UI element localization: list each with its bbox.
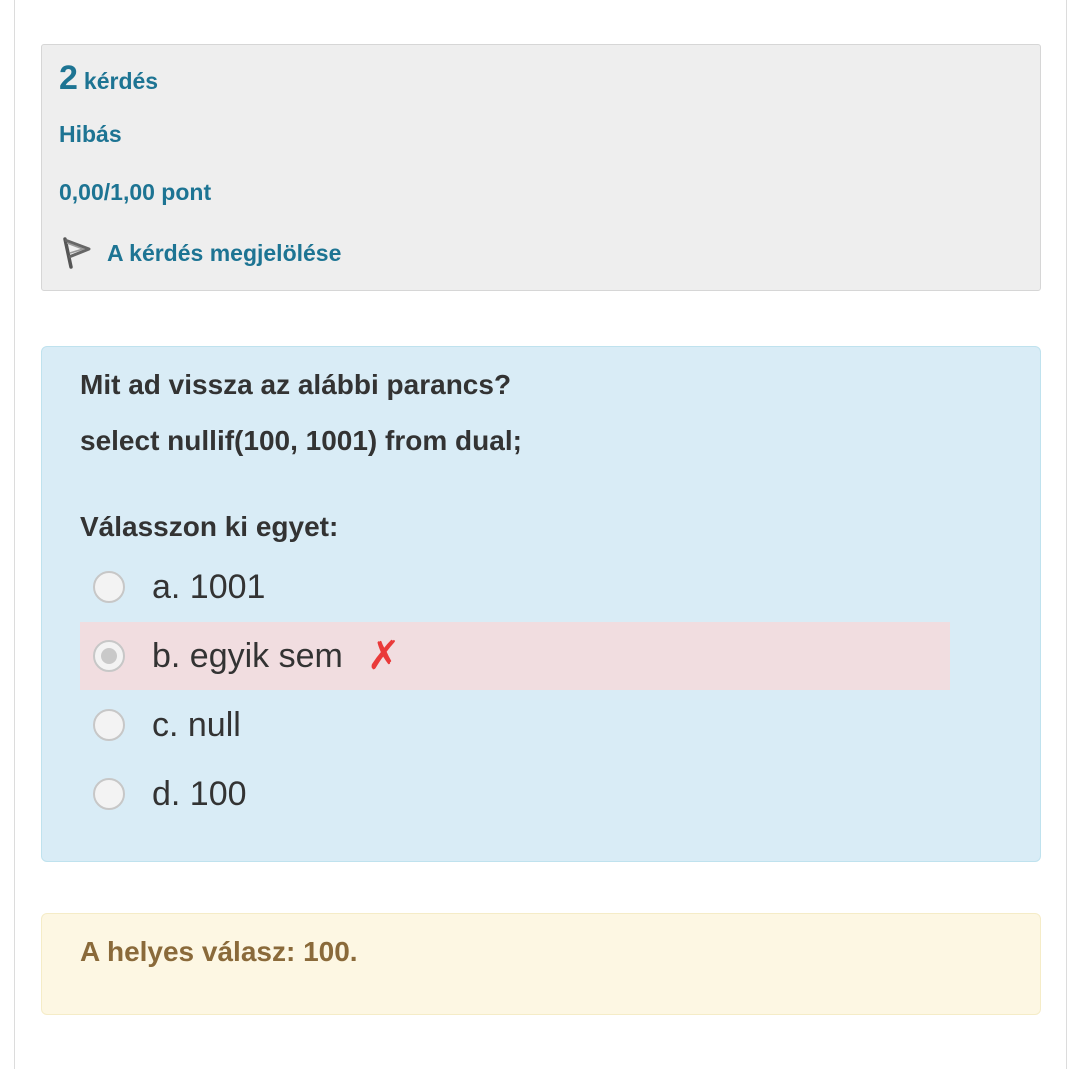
flag-question-link[interactable]: A kérdés megjelölése: [59, 233, 341, 273]
question-info-panel: 2 kérdés Hibás 0,00/1,00 pont A kérdés me…: [41, 44, 1041, 291]
answer-option-c[interactable]: c. null: [80, 691, 950, 759]
radio-button[interactable]: [93, 571, 125, 603]
answer-label[interactable]: c. null: [152, 706, 241, 745]
question-text: Mit ad vissza az alábbi parancs?: [80, 369, 512, 400]
question-number-word: kérdés: [83, 68, 159, 94]
question-content-panel: Mit ad vissza az alábbi parancs? select …: [41, 346, 1041, 862]
feedback-panel: A helyes válasz: 100.: [41, 913, 1041, 1015]
answer-label[interactable]: b. egyik sem: [152, 637, 343, 676]
flag-icon[interactable]: [59, 235, 93, 271]
radio-button[interactable]: [93, 778, 125, 810]
flag-question-label[interactable]: A kérdés megjelölése: [107, 240, 341, 267]
cross-icon: ✗: [366, 634, 401, 678]
answer-label[interactable]: a. 1001: [152, 568, 265, 607]
radio-button-selected[interactable]: [93, 640, 125, 672]
question-code: select nullif(100, 1001) from dual;: [80, 425, 522, 456]
answer-option-d[interactable]: d. 100: [80, 760, 950, 828]
right-answer-text: A helyes válasz: 100.: [80, 936, 358, 967]
question-grade: 0,00/1,00 pont: [59, 179, 212, 205]
answer-label[interactable]: d. 100: [152, 775, 247, 814]
answer-prompt: Válasszon ki egyet:: [80, 511, 339, 542]
answer-option-b[interactable]: b. egyik sem ✗: [80, 622, 950, 690]
radio-button[interactable]: [93, 709, 125, 741]
answer-option-a[interactable]: a. 1001: [80, 553, 950, 621]
question-state: Hibás: [59, 121, 122, 147]
question-number: 2 kérdés: [59, 59, 158, 98]
question-number-value: 2: [59, 59, 78, 97]
